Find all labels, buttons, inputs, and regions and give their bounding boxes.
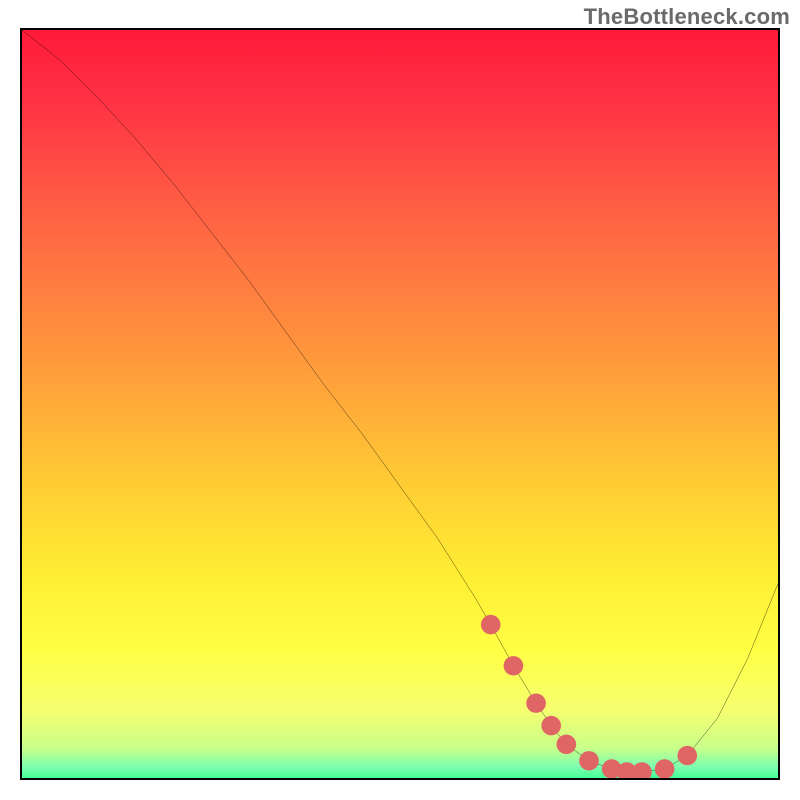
optimal-marker [541,716,561,735]
optimal-marker [504,656,524,675]
plot-area [20,28,780,780]
bottleneck-curve [22,30,778,772]
optimal-zone-markers [481,615,697,778]
optimal-marker [526,693,546,712]
optimal-marker [655,759,675,778]
optimal-marker [556,735,576,754]
optimal-marker [481,615,501,634]
chart-svg [22,30,778,778]
chart-container: TheBottleneck.com [0,0,800,800]
optimal-marker [579,751,599,770]
watermark-text: TheBottleneck.com [584,4,790,30]
optimal-marker [677,746,697,765]
optimal-marker [632,762,652,778]
